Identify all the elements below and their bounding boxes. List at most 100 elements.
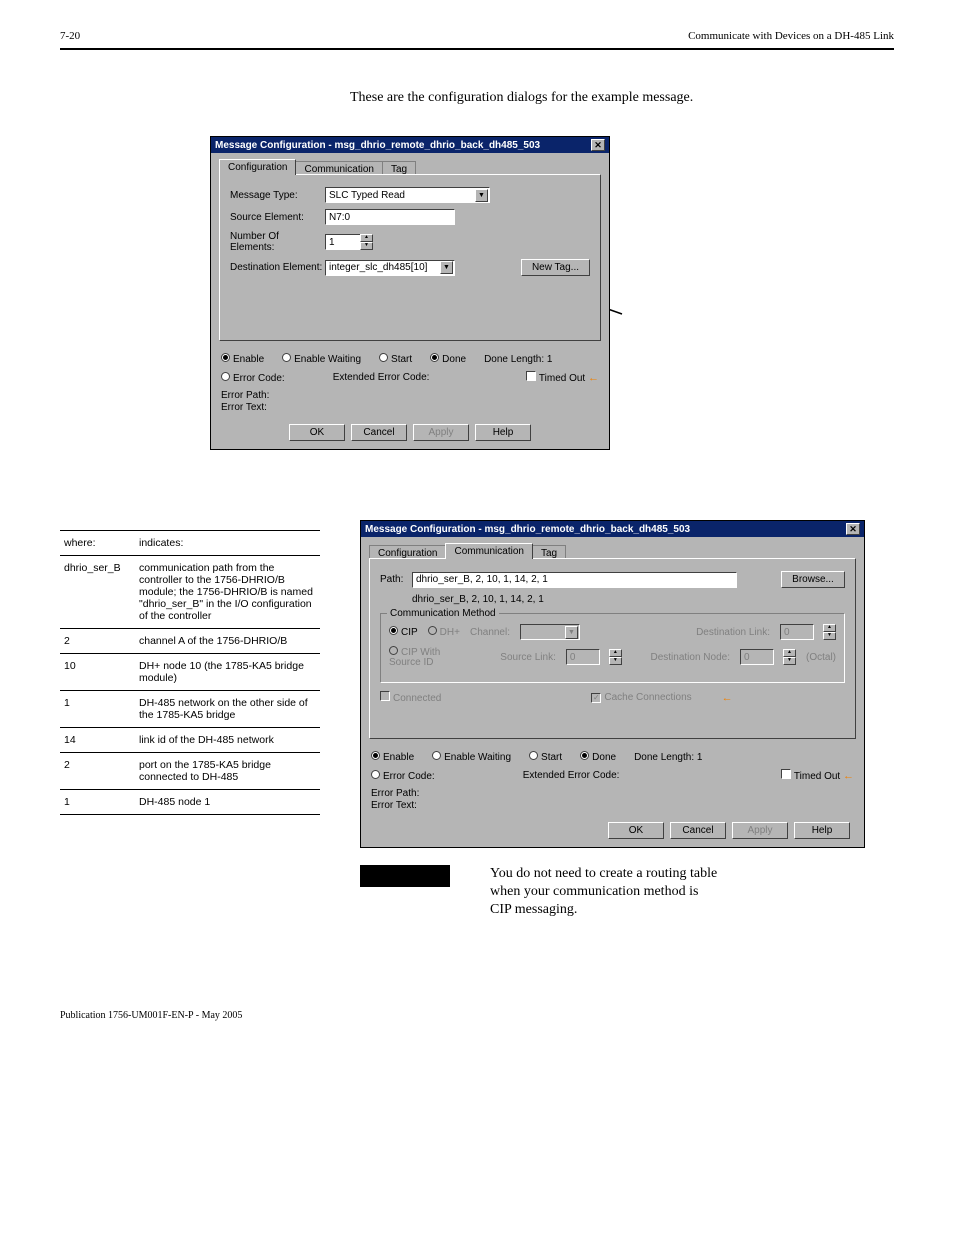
status-row-1: Enable Enable Waiting Start Done Done Le… bbox=[211, 350, 609, 368]
apply-button: Apply bbox=[413, 424, 469, 441]
ok-button[interactable]: OK bbox=[289, 424, 345, 441]
redacted-box bbox=[360, 865, 450, 887]
octal-label: (Octal) bbox=[806, 652, 836, 663]
cip-radio[interactable] bbox=[389, 626, 398, 635]
message-config-dialog-1: Message Configuration - msg_dhrio_remote… bbox=[210, 136, 610, 450]
extended-error: Extended Error Code: bbox=[523, 770, 620, 781]
dhp-radio bbox=[428, 626, 437, 635]
chevron-down-icon: ▼ bbox=[475, 189, 488, 202]
tab-body: Message Type: SLC Typed Read ▼ Source El… bbox=[219, 174, 601, 341]
destination-node-label: Destination Node: bbox=[651, 652, 731, 663]
note-text: You do not need to create a routing tabl… bbox=[490, 865, 720, 920]
enable-radio bbox=[371, 751, 380, 760]
tab-communication[interactable]: Communication bbox=[445, 543, 532, 559]
status-row-2: Error Code: Extended Error Code: Timed O… bbox=[211, 368, 609, 387]
left-arrow-icon: ← bbox=[722, 692, 733, 704]
table-row: dhrio_ser_Bcommunication path from the c… bbox=[60, 556, 320, 629]
new-tag-button[interactable]: New Tag... bbox=[521, 259, 590, 276]
error-code-radio bbox=[221, 372, 230, 381]
number-elements-input[interactable]: 1 bbox=[325, 234, 361, 250]
number-elements-spinner[interactable]: ▲▼ bbox=[360, 234, 373, 250]
status-row-1: Enable Enable Waiting Start Done Done Le… bbox=[361, 748, 864, 766]
header-divider bbox=[60, 48, 894, 50]
enable-radio bbox=[221, 353, 230, 362]
message-type-select[interactable]: SLC Typed Read ▼ bbox=[325, 187, 490, 203]
destination-link-label: Destination Link: bbox=[696, 627, 770, 638]
table-row: 2port on the 1785-KA5 bridge connected t… bbox=[60, 753, 320, 790]
page-footer: Publication 1756-UM001F-EN-P - May 2005 bbox=[60, 1010, 894, 1021]
channel-label: Channel: bbox=[470, 627, 510, 638]
table-row: 14link id of the DH-485 network bbox=[60, 728, 320, 753]
path-echo: dhrio_ser_B, 2, 10, 1, 14, 2, 1 bbox=[412, 594, 544, 605]
table-header-where: where: bbox=[60, 531, 135, 556]
chevron-down-icon: ▼ bbox=[565, 626, 578, 639]
error-path-text-row: Error Path: Error Text: bbox=[211, 387, 609, 416]
path-label: Path: bbox=[380, 574, 412, 585]
connected-checkbox bbox=[380, 691, 390, 701]
dialog-title: Message Configuration - msg_dhrio_remote… bbox=[365, 524, 690, 535]
error-code-radio bbox=[371, 770, 380, 779]
browse-button[interactable]: Browse... bbox=[781, 571, 845, 588]
tab-body: Path: dhrio_ser_B, 2, 10, 1, 14, 2, 1 Br… bbox=[369, 558, 856, 739]
source-link-label: Source Link: bbox=[500, 652, 556, 663]
page-number: 7-20 bbox=[60, 30, 80, 42]
titlebar: Message Configuration - msg_dhrio_remote… bbox=[211, 137, 609, 153]
number-elements-label: Number Of Elements: bbox=[230, 231, 325, 253]
apply-button: Apply bbox=[732, 822, 788, 839]
help-button[interactable]: Help bbox=[475, 424, 531, 441]
destination-link-spinner: ▲▼ bbox=[823, 624, 836, 640]
error-path-text-row: Error Path: Error Text: bbox=[361, 785, 864, 814]
path-input[interactable]: dhrio_ser_B, 2, 10, 1, 14, 2, 1 bbox=[412, 572, 737, 588]
destination-node-input: 0 bbox=[740, 649, 774, 665]
done-length: Done Length: 1 bbox=[634, 752, 702, 763]
page-header: 7-20 Communicate with Devices on a DH-48… bbox=[60, 30, 894, 42]
help-button[interactable]: Help bbox=[794, 822, 850, 839]
publication-id: Publication 1756-UM001F-EN-P - May 2005 bbox=[60, 1010, 242, 1021]
tab-strip: Configuration Communication Tag bbox=[211, 153, 609, 175]
start-radio bbox=[529, 751, 538, 760]
left-arrow-icon: ← bbox=[588, 372, 599, 384]
destination-link-input: 0 bbox=[780, 624, 814, 640]
close-icon[interactable]: ✕ bbox=[591, 139, 605, 151]
source-element-label: Source Element: bbox=[230, 212, 325, 223]
source-link-spinner: ▲▼ bbox=[609, 649, 622, 665]
fieldset-legend: Communication Method bbox=[387, 608, 499, 619]
communication-method-fieldset: Communication Method CIP DH+ Channel: ▼ … bbox=[380, 613, 845, 683]
destination-element-select[interactable]: integer_slc_dh485[10] ▼ bbox=[325, 260, 455, 276]
cancel-button[interactable]: Cancel bbox=[351, 424, 407, 441]
dialog-buttons: OK Cancel Apply Help bbox=[361, 814, 864, 847]
cancel-button[interactable]: Cancel bbox=[670, 822, 726, 839]
enable-waiting-radio bbox=[432, 751, 441, 760]
bottom-note: You do not need to create a routing tabl… bbox=[360, 865, 894, 920]
dialog-title: Message Configuration - msg_dhrio_remote… bbox=[215, 140, 540, 151]
table-row: 1DH-485 node 1 bbox=[60, 790, 320, 815]
timed-out-checkbox bbox=[781, 769, 791, 779]
page-title: Communicate with Devices on a DH-485 Lin… bbox=[688, 30, 894, 42]
message-type-label: Message Type: bbox=[230, 190, 325, 201]
path-explanation-table: where: indicates: dhrio_ser_Bcommunicati… bbox=[60, 530, 320, 815]
ok-button[interactable]: OK bbox=[608, 822, 664, 839]
cache-connections-checkbox: ✓ bbox=[591, 693, 601, 703]
destination-element-label: Destination Element: bbox=[230, 262, 325, 273]
source-link-input: 0 bbox=[566, 649, 600, 665]
intro-text: These are the configuration dialogs for … bbox=[350, 90, 894, 106]
titlebar: Message Configuration - msg_dhrio_remote… bbox=[361, 521, 864, 537]
enable-waiting-radio bbox=[282, 353, 291, 362]
done-radio bbox=[580, 751, 589, 760]
tab-configuration[interactable]: Configuration bbox=[219, 159, 296, 175]
extended-error: Extended Error Code: bbox=[333, 372, 430, 383]
done-length: Done Length: 1 bbox=[484, 354, 552, 365]
table-header-indicates: indicates: bbox=[135, 531, 320, 556]
close-icon[interactable]: ✕ bbox=[846, 523, 860, 535]
source-element-input[interactable]: N7:0 bbox=[325, 209, 455, 225]
cip-with-source-id-radio bbox=[389, 646, 398, 655]
done-radio bbox=[430, 353, 439, 362]
status-row-2: Error Code: Extended Error Code: Timed O… bbox=[361, 766, 864, 785]
left-arrow-icon: ← bbox=[843, 770, 854, 782]
chevron-down-icon: ▼ bbox=[440, 261, 453, 274]
message-config-dialog-2: Message Configuration - msg_dhrio_remote… bbox=[360, 520, 865, 848]
destination-node-spinner: ▲▼ bbox=[783, 649, 796, 665]
table-row: 10DH+ node 10 (the 1785-KA5 bridge modul… bbox=[60, 654, 320, 691]
timed-out-checkbox bbox=[526, 371, 536, 381]
channel-select: ▼ bbox=[520, 624, 580, 640]
